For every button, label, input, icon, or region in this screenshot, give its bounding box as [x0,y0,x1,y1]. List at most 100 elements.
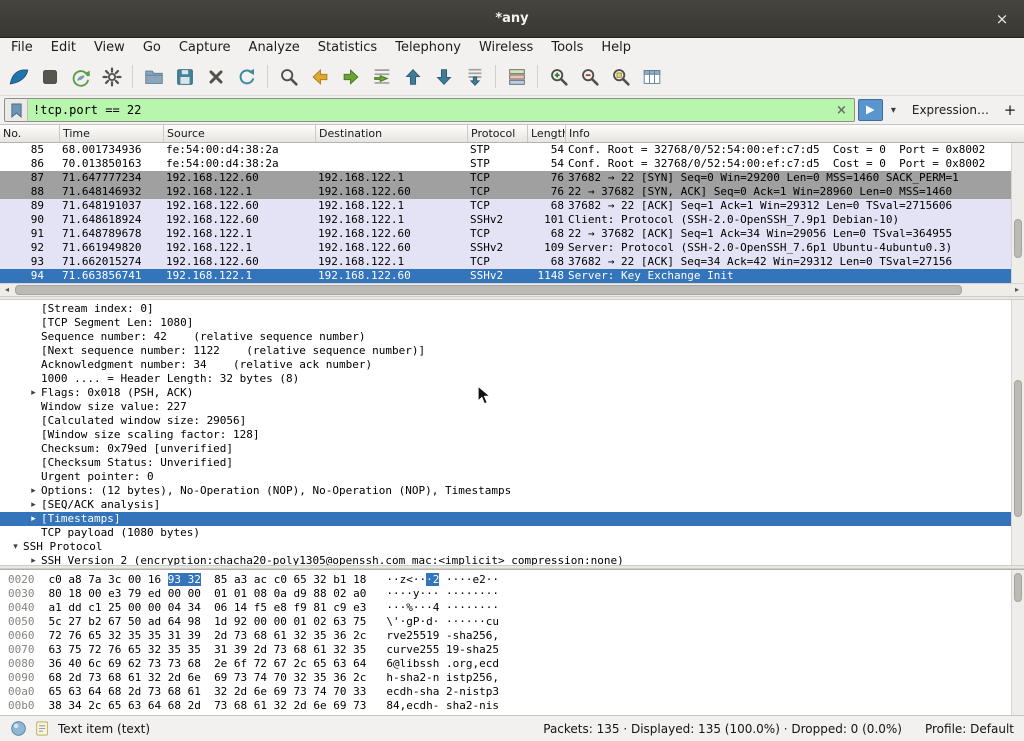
detail-line[interactable]: Window size value: 227 [0,400,1011,414]
go-to-packet-button[interactable] [366,61,397,93]
filter-value[interactable]: !tcp.port == 22 [28,103,829,117]
hex-row-0080[interactable]: 008036 40 6c 69 62 73 73 68 2e 6f 72 67 … [0,657,1011,671]
save-file-button[interactable] [169,61,200,93]
clear-filter-icon[interactable]: × [829,103,854,118]
packet-row-92[interactable]: 9271.661949820192.168.122.1192.168.122.6… [0,241,1011,255]
detail-line[interactable]: [Calculated window size: 29056] [0,414,1011,428]
restart-capture-button[interactable] [65,61,96,93]
detail-line[interactable]: ▸Flags: 0x018 (PSH, ACK) [0,386,1011,400]
detail-line[interactable]: [TCP Segment Len: 1080] [0,316,1011,330]
hex-row-0040[interactable]: 0040a1 dd c1 25 00 00 04 34 06 14 f5 e8 … [0,601,1011,615]
go-back-button[interactable] [304,61,335,93]
detail-line[interactable]: ▾SSH Protocol [0,540,1011,554]
menu-capture[interactable]: Capture [170,38,240,58]
capture-options-button[interactable] [96,61,127,93]
display-filter-input[interactable]: !tcp.port == 22 × [4,98,855,122]
column-header-protocol[interactable]: Protocol [468,125,528,142]
detail-line[interactable]: 1000 .... = Header Length: 32 bytes (8) [0,372,1011,386]
packet-row-89[interactable]: 8971.648191037192.168.122.60192.168.122.… [0,199,1011,213]
open-file-button[interactable] [138,61,169,93]
details-scrollbar[interactable] [1011,300,1024,565]
close-file-button[interactable] [200,61,231,93]
filter-history-dropdown-icon[interactable]: ▾ [886,105,901,116]
hex-row-0020[interactable]: 0020c0 a8 7a 3c 00 16 93 32 85 a3 ac c0 … [0,573,1011,587]
packet-row-91[interactable]: 9171.648789678192.168.122.1192.168.122.6… [0,227,1011,241]
packet-row-86[interactable]: 8670.013850163fe:54:00:d4:38:2aSTP54Conf… [0,157,1011,171]
expander-icon[interactable]: ▸ [26,554,41,565]
detail-line[interactable]: Checksum: 0x79ed [unverified] [0,442,1011,456]
packet-list-scrollbar[interactable] [1011,143,1024,283]
resize-columns-button[interactable] [636,61,667,93]
detail-line[interactable]: ▸[Timestamps] [0,512,1011,526]
hex-row-00b0[interactable]: 00b038 34 2c 65 63 64 68 2d 73 68 61 32 … [0,699,1011,713]
title-bar[interactable]: *any × [0,0,1024,38]
detail-line[interactable]: ▸SSH Version 2 (encryption:chacha20-poly… [0,554,1011,565]
zoom-in-button[interactable] [543,61,574,93]
detail-line[interactable]: TCP payload (1080 bytes) [0,526,1011,540]
expander-icon[interactable]: ▸ [26,484,41,498]
find-packet-button[interactable] [273,61,304,93]
expander-icon[interactable]: ▸ [26,512,41,526]
close-window-button[interactable]: × [992,9,1012,29]
column-header-length[interactable]: Length [528,125,566,142]
auto-scroll-button[interactable] [459,61,490,93]
packet-row-93[interactable]: 9371.662015274192.168.122.60192.168.122.… [0,255,1011,269]
scroll-left-icon[interactable]: ◂ [0,284,14,296]
hscroll-track[interactable] [14,284,1010,296]
packet-list-hscrollbar[interactable]: ◂ ▸ [0,283,1024,296]
apply-filter-button[interactable] [858,99,883,121]
colorize-button[interactable] [501,61,532,93]
hex-row-0050[interactable]: 00505c 27 b2 67 50 ad 64 98 1d 92 00 00 … [0,615,1011,629]
go-forward-button[interactable] [335,61,366,93]
expander-icon[interactable]: ▸ [26,498,41,512]
detail-line[interactable]: Sequence number: 42 (relative sequence n… [0,330,1011,344]
scroll-right-icon[interactable]: ▸ [1010,284,1024,296]
detail-line[interactable]: [Window size scaling factor: 128] [0,428,1011,442]
profile-button[interactable]: Profile: Default [925,722,1014,736]
packet-row-87[interactable]: 8771.647777234192.168.122.60192.168.122.… [0,171,1011,185]
column-header-no[interactable]: No. [0,125,60,142]
hex-row-0030[interactable]: 003080 18 00 e3 79 ed 00 00 01 01 08 0a … [0,587,1011,601]
column-header-info[interactable]: Info [566,125,1024,142]
packet-row-94[interactable]: 9471.663856741192.168.122.1192.168.122.6… [0,269,1011,283]
detail-line[interactable]: ▸Options: (12 bytes), No-Operation (NOP)… [0,484,1011,498]
zoom-normal-button[interactable] [605,61,636,93]
menu-edit[interactable]: Edit [42,38,85,58]
detail-line[interactable]: [Checksum Status: Unverified] [0,456,1011,470]
scrollbar-thumb[interactable] [1014,219,1022,258]
hex-row-0060[interactable]: 006072 76 65 32 35 35 31 39 2d 73 68 61 … [0,629,1011,643]
menu-help[interactable]: Help [592,38,640,58]
start-capture-button[interactable] [3,61,34,93]
detail-line[interactable]: Urgent pointer: 0 [0,470,1011,484]
go-last-button[interactable] [428,61,459,93]
column-header-destination[interactable]: Destination [316,125,468,142]
hex-scrollbar[interactable] [1011,570,1024,715]
packet-row-88[interactable]: 8871.648146932192.168.122.1192.168.122.6… [0,185,1011,199]
hex-row-00a0[interactable]: 00a065 63 64 68 2d 73 68 61 32 2d 6e 69 … [0,685,1011,699]
menu-go[interactable]: Go [134,38,170,58]
add-filter-button[interactable]: + [1000,101,1020,119]
menu-statistics[interactable]: Statistics [309,38,386,58]
menu-analyze[interactable]: Analyze [240,38,309,58]
menu-view[interactable]: View [85,38,134,58]
hex-row-0090[interactable]: 009068 2d 73 68 61 32 2d 6e 69 73 74 70 … [0,671,1011,685]
expander-icon[interactable]: ▾ [8,540,23,554]
menu-tools[interactable]: Tools [542,38,592,58]
detail-line[interactable]: Acknowledgment number: 34 (relative ack … [0,358,1011,372]
packet-row-90[interactable]: 9071.648618924192.168.122.60192.168.122.… [0,213,1011,227]
menu-file[interactable]: File [2,38,42,58]
menu-telephony[interactable]: Telephony [386,38,470,58]
zoom-out-button[interactable] [574,61,605,93]
hex-row-0070[interactable]: 007063 75 72 76 65 32 35 35 31 39 2d 73 … [0,643,1011,657]
detail-line[interactable]: [Next sequence number: 1122 (relative se… [0,344,1011,358]
expression-button[interactable]: Expression… [904,103,997,117]
column-header-source[interactable]: Source [164,125,316,142]
expander-icon[interactable]: ▸ [26,386,41,400]
column-header-time[interactable]: Time [60,125,164,142]
reload-file-button[interactable] [231,61,262,93]
capture-comment-button[interactable] [34,720,51,737]
go-first-button[interactable] [397,61,428,93]
detail-line[interactable]: ▸[SEQ/ACK analysis] [0,498,1011,512]
detail-line[interactable]: [Stream index: 0] [0,302,1011,316]
expert-info-button[interactable] [10,720,27,737]
